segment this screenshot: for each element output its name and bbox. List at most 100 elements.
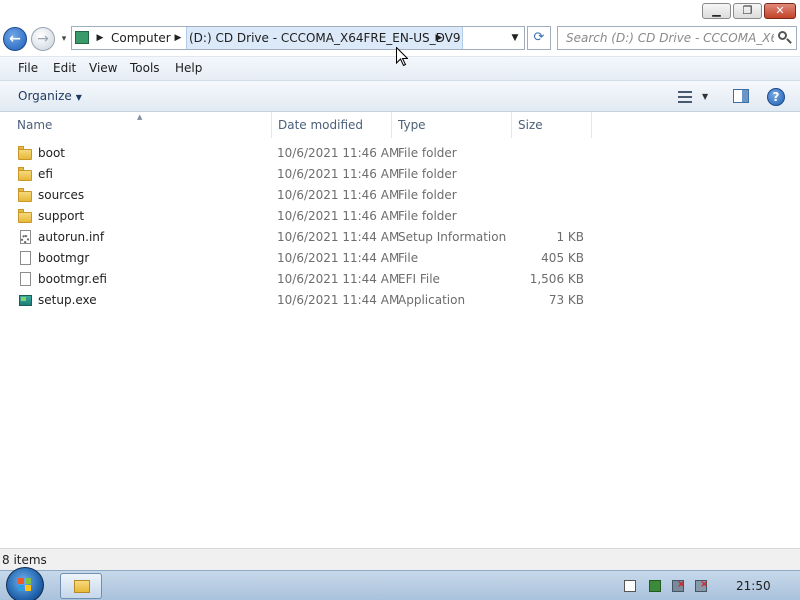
back-button[interactable]: ← xyxy=(3,27,27,51)
file-size: 1 KB xyxy=(556,230,584,244)
action-center-icon[interactable] xyxy=(649,580,661,592)
list-item[interactable]: sources 10/6/2021 11:46 AM File folder xyxy=(0,185,600,206)
breadcrumb-computer[interactable]: Computer xyxy=(111,27,171,49)
refresh-icon: ⟳ xyxy=(533,30,545,45)
file-date-modified: 10/6/2021 11:46 AM xyxy=(277,146,400,160)
command-bar: Organize ▼ ▼ ? xyxy=(0,80,800,112)
file-name: autorun.inf xyxy=(38,230,105,244)
column-header-type[interactable]: Type xyxy=(392,112,512,138)
menu-tools[interactable]: Tools xyxy=(130,57,160,80)
sort-ascending-icon: ▲ xyxy=(137,113,143,121)
file-date-modified: 10/6/2021 11:44 AM xyxy=(277,272,400,286)
file-date-modified: 10/6/2021 11:46 AM xyxy=(277,167,400,181)
start-button[interactable] xyxy=(6,567,44,600)
file-size: 73 KB xyxy=(548,293,584,307)
organize-label: Organize xyxy=(18,89,72,103)
title-bar: ▁ ❐ ✕ xyxy=(0,0,800,22)
file-name: sources xyxy=(38,188,85,202)
file-name: boot xyxy=(38,146,66,160)
menu-file[interactable]: File xyxy=(18,57,38,80)
search-placeholder: Search (D:) CD Drive - CCCOMA_X64... xyxy=(566,31,774,45)
file-size: 405 KB xyxy=(541,251,584,265)
column-header-size[interactable]: Size xyxy=(512,112,592,138)
search-icon[interactable] xyxy=(778,31,792,45)
forward-arrow-icon: → xyxy=(37,31,49,47)
volume-muted-icon[interactable] xyxy=(695,579,708,592)
breadcrumb-cd-drive[interactable]: (D:) CD Drive - CCCOMA_X64FRE_EN-US_DV9 xyxy=(186,27,464,49)
windows-logo-icon xyxy=(18,578,32,592)
taskbar-explorer-button[interactable] xyxy=(60,573,102,599)
file-size xyxy=(500,185,584,206)
breadcrumb-separator-icon[interactable]: ▶ xyxy=(432,27,446,49)
forward-button[interactable]: → xyxy=(31,27,55,51)
file-name: setup.exe xyxy=(38,293,97,307)
column-header-date-modified[interactable]: Date modified xyxy=(272,112,392,138)
file-type: Application xyxy=(398,293,466,307)
network-icon[interactable] xyxy=(672,579,685,592)
taskbar: 21:50 xyxy=(0,567,800,600)
menu-edit[interactable]: Edit xyxy=(53,57,76,80)
file-name: bootmgr.efi xyxy=(38,272,107,286)
file-type: File folder xyxy=(398,209,457,223)
folder-icon xyxy=(18,188,33,202)
minimize-icon: ▁ xyxy=(712,4,721,17)
breadcrumb-separator-icon[interactable]: ▶ xyxy=(93,27,107,49)
change-view-icon[interactable] xyxy=(678,91,692,103)
address-bar[interactable]: ▶ Computer ▶ (D:) CD Drive - CCCOMA_X64F… xyxy=(71,26,525,50)
close-button[interactable]: ✕ xyxy=(764,3,796,19)
file-type: File folder xyxy=(398,167,457,181)
list-item[interactable]: boot 10/6/2021 11:46 AM File folder xyxy=(0,143,600,164)
file-name: bootmgr xyxy=(38,251,90,265)
file-icon xyxy=(18,251,33,265)
refresh-button[interactable]: ⟳ xyxy=(527,26,551,50)
folder-icon xyxy=(74,580,90,593)
help-icon[interactable]: ? xyxy=(767,88,785,106)
file-type: File xyxy=(398,251,419,265)
computer-icon xyxy=(75,31,89,44)
mouse-pointer-icon xyxy=(396,47,408,66)
tray-document-icon[interactable] xyxy=(624,580,636,592)
address-dropdown-button[interactable]: ▼ xyxy=(508,27,522,49)
file-type: EFI File xyxy=(398,272,440,286)
taskbar-clock[interactable]: 21:50 xyxy=(736,571,771,600)
view-options-button[interactable]: ▼ xyxy=(702,81,708,112)
file-type: Setup Information xyxy=(398,230,507,244)
folder-icon xyxy=(18,209,33,223)
file-type: File folder xyxy=(398,146,457,160)
folder-icon xyxy=(18,167,33,181)
list-item[interactable]: autorun.inf 10/6/2021 11:44 AM Setup Inf… xyxy=(0,227,600,248)
file-date-modified: 10/6/2021 11:46 AM xyxy=(277,209,400,223)
file-size xyxy=(500,143,584,164)
list-item[interactable]: efi 10/6/2021 11:46 AM File folder xyxy=(0,164,600,185)
back-arrow-icon: ← xyxy=(9,31,21,47)
file-type: File folder xyxy=(398,188,457,202)
file-date-modified: 10/6/2021 11:44 AM xyxy=(277,293,400,307)
list-item[interactable]: bootmgr 10/6/2021 11:44 AM File 405 KB xyxy=(0,248,600,269)
file-name: support xyxy=(38,209,85,223)
minimize-button[interactable]: ▁ xyxy=(702,3,731,19)
status-bar: 8 items xyxy=(0,548,800,570)
recent-pages-button[interactable]: ▾ xyxy=(58,30,70,48)
file-name: efi xyxy=(38,167,53,181)
setup-information-icon xyxy=(18,230,33,244)
file-date-modified: 10/6/2021 11:44 AM xyxy=(277,230,400,244)
menu-help[interactable]: Help xyxy=(175,57,202,80)
chevron-down-icon: ▾ xyxy=(61,34,67,44)
organize-button[interactable]: Organize ▼ xyxy=(18,81,82,112)
list-item[interactable]: setup.exe 10/6/2021 11:44 AM Application… xyxy=(0,290,600,311)
file-date-modified: 10/6/2021 11:46 AM xyxy=(277,188,400,202)
restore-icon: ❐ xyxy=(742,4,753,17)
file-size: 1,506 KB xyxy=(529,272,584,286)
file-date-modified: 10/6/2021 11:44 AM xyxy=(277,251,400,265)
search-input[interactable]: Search (D:) CD Drive - CCCOMA_X64... xyxy=(557,26,797,50)
list-item[interactable]: bootmgr.efi 10/6/2021 11:44 AM EFI File … xyxy=(0,269,600,290)
breadcrumb-separator-icon[interactable]: ▶ xyxy=(171,27,185,49)
menu-view[interactable]: View xyxy=(89,57,117,80)
list-item[interactable]: support 10/6/2021 11:46 AM File folder xyxy=(0,206,600,227)
column-header-row: Name ▲ Date modified Type Size xyxy=(0,112,800,138)
chevron-down-icon: ▼ xyxy=(75,93,82,102)
maximize-button[interactable]: ❐ xyxy=(733,3,762,19)
file-size xyxy=(500,164,584,185)
folder-icon xyxy=(18,146,33,160)
preview-pane-icon[interactable] xyxy=(733,89,749,103)
